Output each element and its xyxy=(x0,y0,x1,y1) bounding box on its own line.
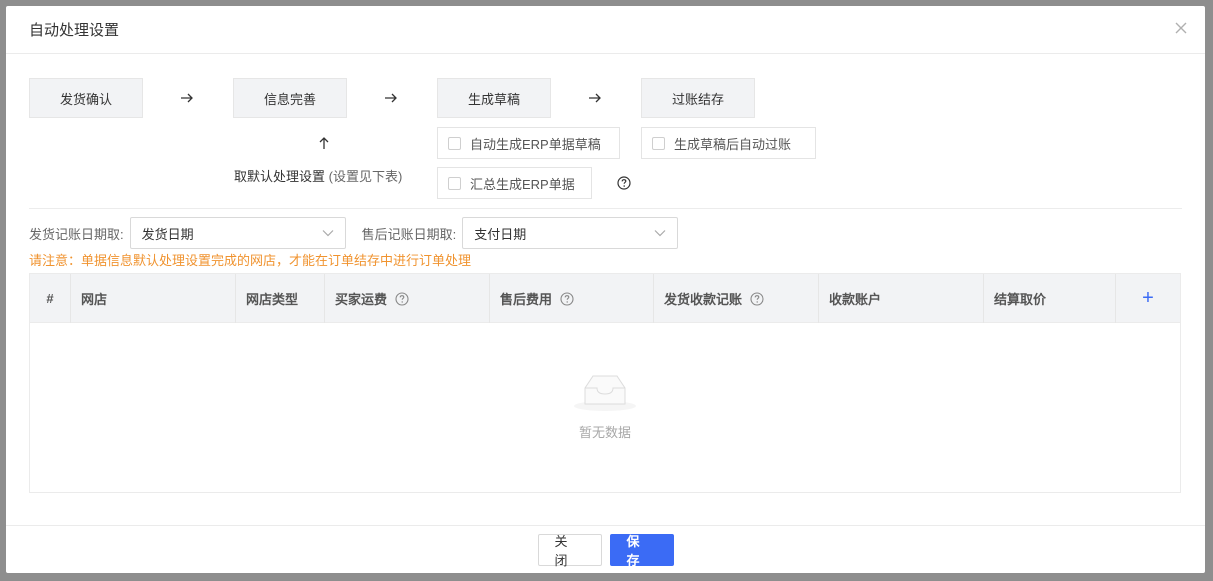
aftersale-date-select[interactable]: 支付日期 xyxy=(462,217,679,249)
column-shop: 网店 xyxy=(71,274,236,323)
column-payment-account: 收款账户 xyxy=(819,274,984,323)
column-ship-payment-label: 发货收款记账 xyxy=(664,292,743,307)
table-header: # 网店 网店类型 买家运费 售后费用 发货收款记账 收款账户 结算取价 + xyxy=(30,274,1180,323)
auto-post-label: 生成草稿后自动过账 xyxy=(674,136,792,152)
column-ship-payment: 发货收款记账 xyxy=(654,274,819,323)
ship-date-label: 发货记账日期取: xyxy=(29,226,124,242)
help-icon[interactable] xyxy=(617,176,631,190)
ship-date-select[interactable]: 发货日期 xyxy=(129,217,346,249)
close-button[interactable]: 关闭 xyxy=(537,533,602,568)
default-setting-note: (设置见下表) xyxy=(328,169,403,184)
shop-settings-table: # 网店 网店类型 买家运费 售后费用 发货收款记账 收款账户 结算取价 + 暂… xyxy=(29,273,1181,493)
empty-text: 暂无数据 xyxy=(578,425,631,440)
dialog-title: 自动处理设置 xyxy=(29,22,120,39)
close-icon[interactable] xyxy=(1173,20,1189,36)
summary-erp-checkbox[interactable]: 汇总生成ERP单据 xyxy=(437,167,592,199)
plus-icon[interactable]: + xyxy=(1142,287,1154,310)
dialog-footer: 关闭 保存 xyxy=(6,525,1205,573)
arrow-right-icon xyxy=(385,93,397,103)
step-ship-confirm: 发货确认 xyxy=(29,78,143,118)
section-divider xyxy=(29,208,1182,209)
default-setting-label: 取默认处理设置 xyxy=(234,169,326,184)
auto-post-checkbox[interactable]: 生成草稿后自动过账 xyxy=(641,127,816,159)
help-icon[interactable] xyxy=(395,291,409,306)
help-icon[interactable] xyxy=(560,291,574,306)
default-setting-text: 取默认处理设置 (设置见下表) xyxy=(234,166,402,185)
column-settle-price: 结算取价 xyxy=(984,274,1116,323)
checkbox-box[interactable] xyxy=(448,176,461,190)
column-aftersale-fee: 售后费用 xyxy=(490,274,654,323)
empty-state: 暂无数据 xyxy=(30,370,1180,441)
step-generate-draft: 生成草稿 xyxy=(437,78,551,118)
auto-process-settings-dialog: 自动处理设置 发货确认 信息完善 生成草稿 过账结存 取默认处理设置 (设置见下… xyxy=(6,6,1205,573)
arrow-right-icon xyxy=(589,93,601,103)
aftersale-date-label: 售后记账日期取: xyxy=(361,226,457,242)
save-button[interactable]: 保存 xyxy=(609,533,674,568)
step-post-settle: 过账结存 xyxy=(641,78,755,118)
arrow-right-icon xyxy=(181,93,193,103)
aftersale-date-value: 支付日期 xyxy=(474,226,527,242)
auto-draft-checkbox[interactable]: 自动生成ERP单据草稿 xyxy=(437,127,620,159)
column-index: # xyxy=(30,274,71,323)
ship-date-value: 发货日期 xyxy=(141,226,194,242)
add-row-button[interactable]: + xyxy=(1116,274,1180,323)
column-buyer-freight: 买家运费 xyxy=(325,274,490,323)
help-icon[interactable] xyxy=(750,291,764,306)
summary-erp-label: 汇总生成ERP单据 xyxy=(470,176,575,192)
notice-text: 请注意：单据信息默认处理设置完成的网店，才能在订单结存中进行订单处理 xyxy=(29,253,472,268)
date-filters: 发货记账日期取: 发货日期 售后记账日期取: 支付日期 xyxy=(29,217,679,249)
checkbox-box[interactable] xyxy=(652,136,665,150)
column-shop-type: 网店类型 xyxy=(236,274,325,323)
empty-inbox-icon xyxy=(574,375,636,411)
arrow-up-icon xyxy=(319,137,329,149)
column-aftersale-fee-label: 售后费用 xyxy=(500,292,553,307)
auto-draft-label: 自动生成ERP单据草稿 xyxy=(470,136,601,152)
step-info-complete: 信息完善 xyxy=(233,78,347,118)
column-buyer-freight-label: 买家运费 xyxy=(335,292,388,307)
chevron-down-icon xyxy=(322,230,334,237)
checkbox-box[interactable] xyxy=(448,136,461,150)
chevron-down-icon xyxy=(654,230,666,237)
dialog-header: 自动处理设置 xyxy=(6,6,1205,54)
